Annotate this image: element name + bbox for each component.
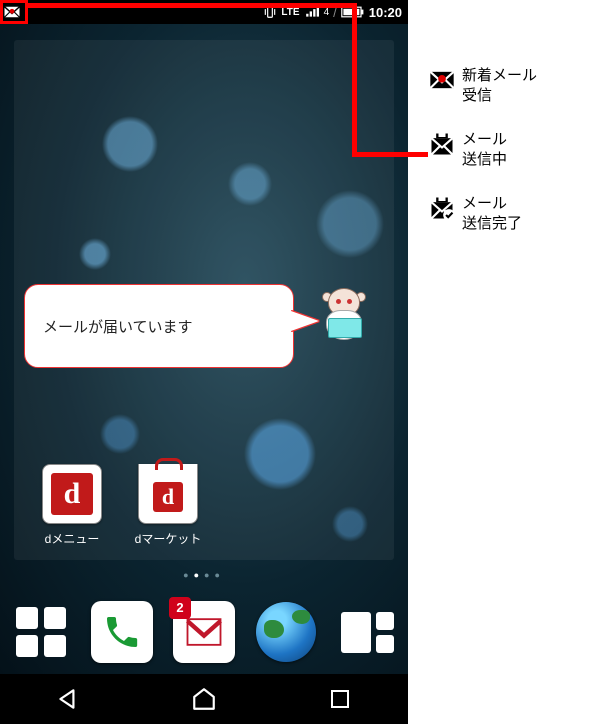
back-triangle-icon (55, 686, 81, 712)
legend-sending-mail: メール 送信中 (428, 130, 588, 170)
bubble-text: メールが届いています (43, 316, 193, 337)
legend-label: 受信 (462, 87, 492, 104)
dock-apps-button[interactable] (9, 600, 73, 664)
callout-line (352, 152, 428, 157)
legend: 新着メール 受信 メール 送信中 メール 送信完了 (428, 66, 588, 258)
dock-phone-button[interactable] (90, 600, 154, 664)
network-type-label: LTE (281, 7, 299, 18)
nav-back-button[interactable] (48, 679, 88, 719)
legend-sent-mail: メール 送信完了 (428, 194, 588, 234)
legend-label: メール (462, 131, 507, 148)
dock-browser-button[interactable] (254, 600, 318, 664)
widgets-icon (341, 612, 394, 653)
mail-sent-icon (428, 194, 456, 222)
mascot-speech-bubble[interactable]: メールが届いています (24, 284, 294, 368)
globe-icon (256, 602, 316, 662)
nav-home-button[interactable] (184, 679, 224, 719)
app-label: dマーケット (132, 530, 204, 547)
nav-recent-button[interactable] (320, 679, 360, 719)
hitsuji-mascot[interactable] (320, 288, 368, 346)
callout-line (28, 3, 357, 8)
dock: 2 (0, 590, 408, 674)
phone-icon (102, 612, 142, 652)
legend-label: 新着メール (462, 67, 537, 84)
callout-line (352, 3, 357, 157)
phone-frame: LTE 4 / 10:20 メールが届いています (0, 0, 408, 724)
highlight-notification-icon (0, 0, 28, 24)
signal-level: 4 (324, 7, 330, 18)
dock-widgets-button[interactable] (335, 600, 399, 664)
legend-label: 送信完了 (462, 215, 522, 232)
recent-square-icon (328, 687, 352, 711)
mail-sending-icon (428, 130, 456, 158)
page-indicator[interactable]: ●●●● (0, 570, 408, 580)
apps-grid-icon (16, 607, 66, 657)
home-pentagon-icon (191, 686, 217, 712)
navigation-bar (0, 674, 408, 724)
app-dmarket[interactable]: d dマーケット (132, 464, 204, 547)
legend-label: メール (462, 195, 507, 212)
d-logo-icon: d (51, 473, 93, 515)
legend-new-mail: 新着メール 受信 (428, 66, 588, 106)
app-label: dメニュー (36, 530, 108, 547)
status-clock: 10:20 (369, 5, 402, 20)
legend-label: 送信中 (462, 151, 507, 168)
bag-handle-icon (155, 458, 183, 470)
new-mail-icon (428, 66, 456, 94)
mail-badge: 2 (169, 597, 191, 619)
dock-mail-button[interactable]: 2 (172, 600, 236, 664)
d-logo-icon: d (153, 482, 183, 512)
app-dmenu[interactable]: d dメニュー (36, 464, 108, 547)
home-screen[interactable]: メールが届いています d dメニュー d dマーケット (0, 24, 408, 674)
app-row: d dメニュー d dマーケット (36, 464, 204, 547)
